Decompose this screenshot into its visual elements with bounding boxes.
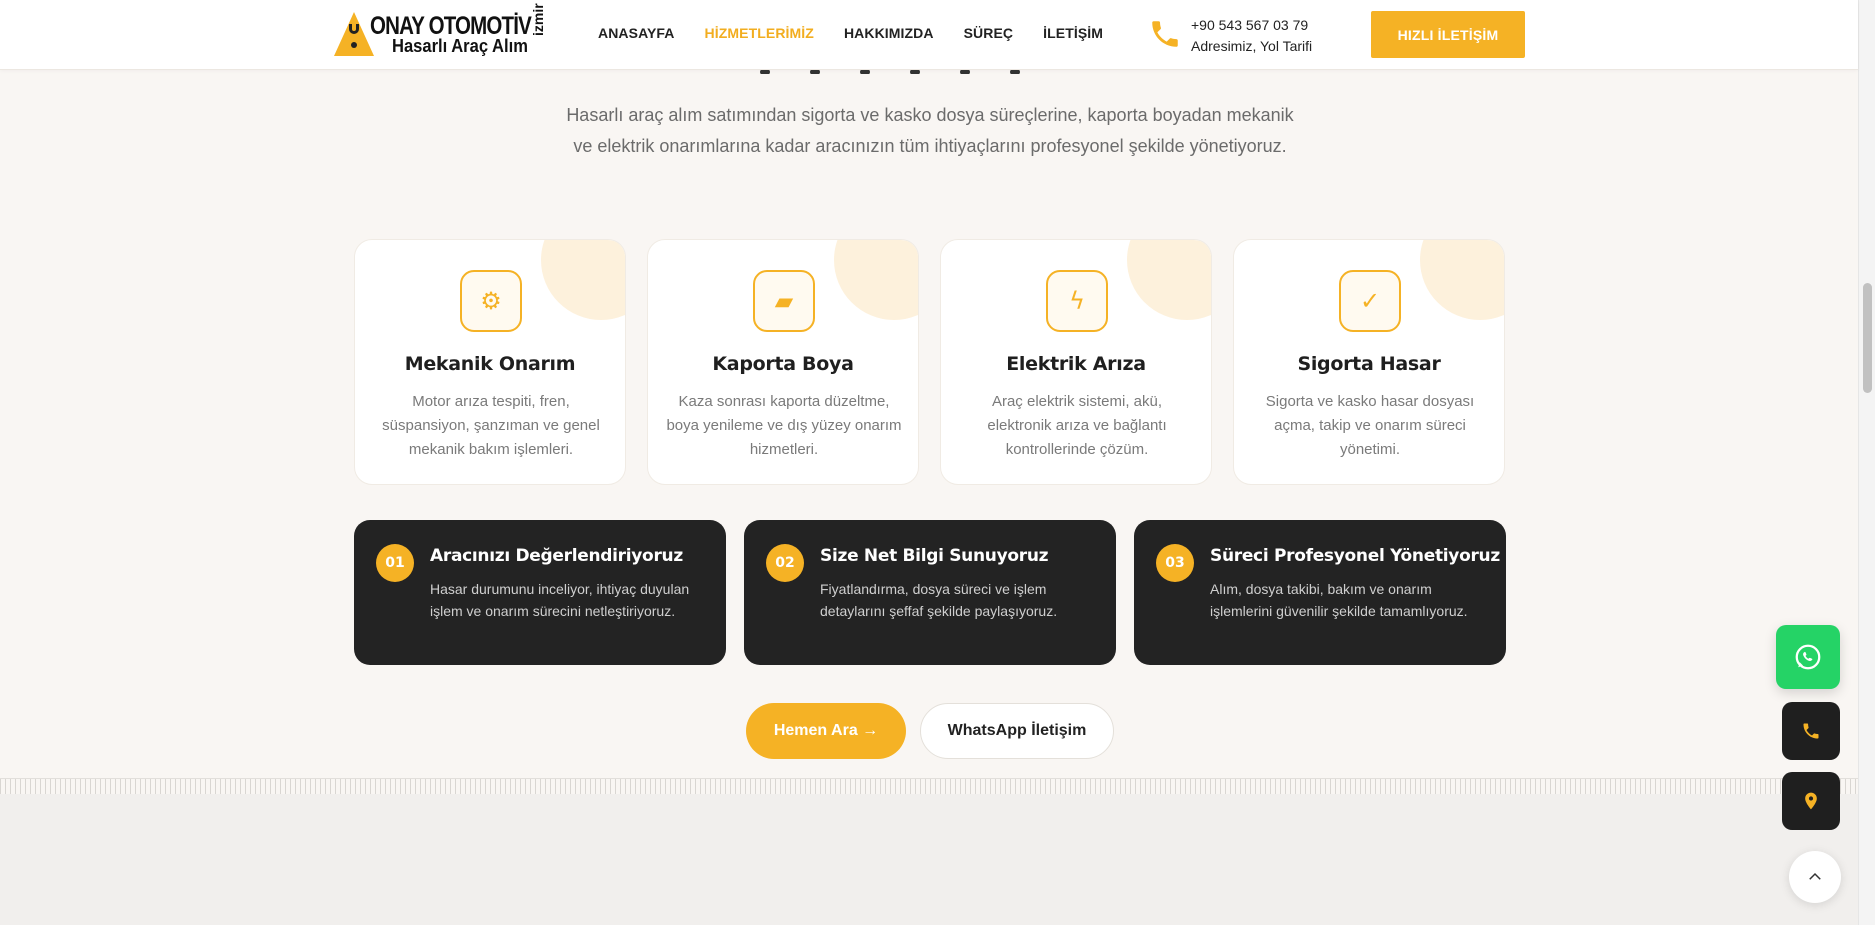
phone-icon [1152,21,1178,47]
header-phone[interactable]: +90 543 567 03 79 [1191,15,1312,36]
chevron-up-icon [1809,872,1821,880]
paint-panel-icon: ▰ [753,270,815,332]
logo-city: izmir [530,3,546,36]
service-card-kaporta[interactable]: ▰ Kaporta Boya Kaza sonrası kaporta düze… [647,239,919,485]
site-header: ONAY OTOMOTİV Hasarlı Araç Alım izmir AN… [0,0,1858,70]
service-card-elektrik[interactable]: ϟ Elektrik Arıza Araç elektrik sistemi, … [940,239,1212,485]
service-desc: Motor arıza tespiti, fren, süspansiyon, … [382,393,600,458]
step-card: 03 Süreci Profesyonel Yönetiyoruz Alım, … [1134,520,1506,665]
service-card-mekanik[interactable]: ⚙ Mekanik Onarım Motor arıza tespiti, fr… [354,239,626,485]
next-section-background [0,794,1858,925]
logo-subtitle: Hasarlı Araç Alım [392,36,528,56]
call-now-button[interactable]: Hemen Ara → [746,703,906,759]
phone-float-button[interactable] [1782,702,1840,760]
nav-anasayfa[interactable]: ANASAYFA [598,25,675,41]
nav-surec[interactable]: SÜREÇ [964,25,1014,41]
service-desc: Araç elektrik sistemi, akü, elektronik a… [987,393,1167,458]
step-card: 01 Aracınızı Değerlendiriyoruz Hasar dur… [354,520,726,665]
process-steps: 01 Aracınızı Değerlendiriyoruz Hasar dur… [354,520,1506,665]
whatsapp-contact-button[interactable]: WhatsApp İletişim [920,703,1114,759]
whatsapp-icon [1795,644,1821,670]
service-desc: Sigorta ve kasko hasar dosyası açma, tak… [1265,393,1475,458]
ruler-divider [0,778,1858,794]
page-scrollbar[interactable] [1858,0,1875,925]
service-cards: ⚙ Mekanik Onarım Motor arıza tespiti, fr… [354,239,1505,485]
step-number-badge: 01 [376,544,414,582]
lightning-icon: ϟ [1046,270,1108,332]
step-number-badge: 02 [766,544,804,582]
main-nav: ANASAYFA HİZMETLERİMİZ HAKKIMIZDA SÜREÇ … [598,25,1103,41]
step-number-badge: 03 [1156,544,1194,582]
header-contact: +90 543 567 03 79 Adresimiz, Yol Tarifi [1191,15,1312,57]
step-title: Süreci Profesyonel Yönetiyoruz [1210,546,1500,566]
service-title: Sigorta Hasar [1297,353,1441,375]
nav-iletisim[interactable]: İLETİŞİM [1043,25,1103,41]
step-desc: Alım, dosya takibi, bakım ve onarım işle… [1210,581,1468,619]
scrollbar-thumb[interactable] [1863,283,1872,393]
services-intro: Hasarlı araç alım satımından sigorta ve … [566,105,1294,156]
step-title: Aracınızı Değerlendiriyoruz [430,546,683,566]
step-desc: Hasar durumunu inceliyor, ihtiyaç duyula… [430,581,690,619]
location-pin-icon [1805,792,1817,810]
whatsapp-float-button[interactable] [1776,625,1840,689]
location-float-button[interactable] [1782,772,1840,830]
service-title: Kaporta Boya [712,353,854,375]
step-card: 02 Size Net Bilgi Sunuyoruz Fiyatlandırm… [744,520,1116,665]
nav-hizmetlerimiz[interactable]: HİZMETLERİMİZ [705,25,814,41]
service-desc: Kaza sonrası kaporta düzeltme, boya yeni… [666,393,902,458]
site-logo[interactable]: ONAY OTOMOTİV Hasarlı Araç Alım izmir [334,3,554,60]
phone-icon [1803,723,1819,739]
service-card-sigorta[interactable]: ✓ Sigorta Hasar Sigorta ve kasko hasar d… [1233,239,1505,485]
gear-icon: ⚙ [460,270,522,332]
step-desc: Fiyatlandırma, dosya süreci ve işlem det… [820,581,1058,619]
quick-contact-button[interactable]: HIZLI İLETİŞİM [1371,11,1525,58]
nav-hakkimizda[interactable]: HAKKIMIZDA [844,25,934,41]
step-title: Size Net Bilgi Sunuyoruz [820,546,1049,566]
header-address-link[interactable]: Adresimiz, Yol Tarifi [1191,36,1312,57]
logo-warning-icon [334,12,374,56]
check-icon: ✓ [1339,270,1401,332]
service-title: Mekanik Onarım [404,353,576,375]
service-title: Elektrik Arıza [1006,353,1146,375]
back-to-top-button[interactable] [1789,851,1841,903]
